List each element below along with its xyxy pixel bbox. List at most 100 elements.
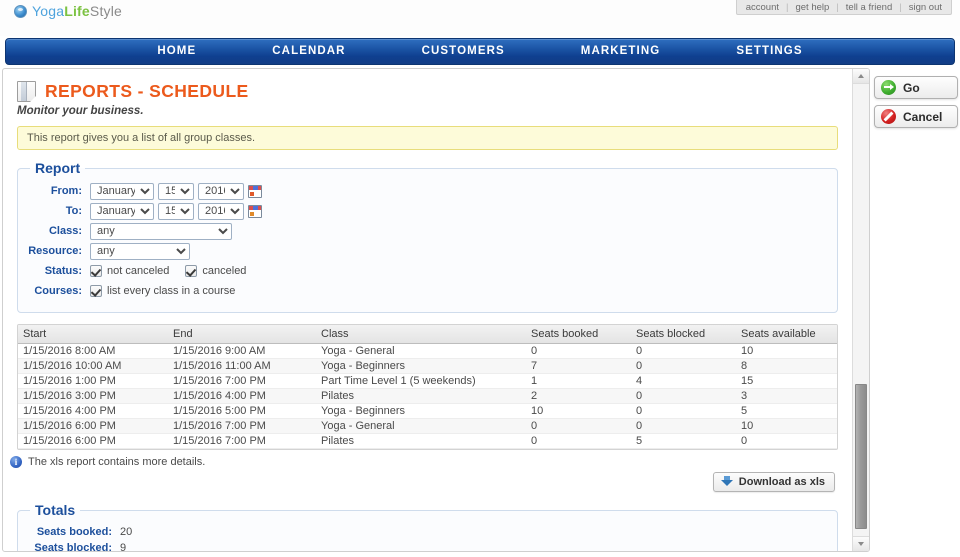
- page-scrollbar-thumb[interactable]: [855, 384, 867, 529]
- total-seats-booked-label: Seats booked:: [28, 526, 120, 538]
- page-title: REPORTS - SCHEDULE: [45, 81, 249, 102]
- resource-row: Resource: any: [28, 242, 827, 260]
- cell-start: 1/15/2016 1:00 PM: [18, 374, 168, 389]
- class-label: Class:: [28, 225, 90, 237]
- cell-seats-blocked: 0: [631, 389, 736, 404]
- cell-class: Yoga - General: [316, 419, 526, 434]
- from-calendar-icon[interactable]: [248, 185, 262, 198]
- not-canceled-checkbox[interactable]: [90, 265, 102, 277]
- nav-item-customers[interactable]: CUSTOMERS: [384, 39, 543, 64]
- cell-seats-booked: 0: [526, 344, 631, 359]
- cell-seats-blocked: 4: [631, 374, 736, 389]
- table-header-row: Start End Class Seats booked Seats block…: [18, 325, 838, 344]
- main-navigation: HOME CALENDAR CUSTOMERS MARKETING SETTIN…: [0, 36, 960, 65]
- go-button-label: Go: [903, 81, 920, 95]
- cell-seats-booked: 2: [526, 389, 631, 404]
- cell-seats-booked: 10: [526, 404, 631, 419]
- info-icon: i: [10, 456, 22, 468]
- nav-item-home[interactable]: HOME: [119, 39, 234, 64]
- download-row: Download as xls: [3, 472, 835, 492]
- account-link[interactable]: account: [739, 1, 786, 14]
- nav-item-calendar[interactable]: CALENDAR: [234, 39, 383, 64]
- tell-a-friend-link[interactable]: tell a friend: [839, 1, 899, 14]
- cell-class: Pilates: [316, 434, 526, 449]
- col-header-start[interactable]: Start: [18, 325, 168, 344]
- brand-logo[interactable]: YogaLifeStyle: [14, 3, 122, 19]
- cell-seats-blocked: 0: [631, 404, 736, 419]
- table-head: Start End Class Seats booked Seats block…: [18, 325, 838, 344]
- total-seats-blocked-value: 9: [120, 542, 126, 551]
- download-xls-button[interactable]: Download as xls: [713, 472, 835, 492]
- to-calendar-icon[interactable]: [248, 205, 262, 218]
- total-seats-booked-row: Seats booked: 20: [28, 526, 827, 538]
- to-year-select[interactable]: 2016: [198, 203, 244, 220]
- info-banner: This report gives you a list of all grou…: [17, 126, 838, 150]
- go-button[interactable]: Go: [874, 76, 958, 99]
- resource-label: Resource:: [28, 245, 90, 257]
- cell-end: 1/15/2016 7:00 PM: [168, 434, 316, 449]
- brand-name-yoga: Yoga: [32, 3, 64, 19]
- table-row[interactable]: 1/15/2016 1:00 PM1/15/2016 7:00 PMPart T…: [18, 374, 838, 389]
- col-header-seats-available[interactable]: Seats available: [736, 325, 838, 344]
- to-day-select[interactable]: 15: [158, 203, 194, 220]
- cell-class: Pilates: [316, 389, 526, 404]
- sign-out-link[interactable]: sign out: [902, 1, 949, 14]
- to-label: To:: [28, 205, 90, 217]
- from-year-select[interactable]: 2016: [198, 183, 244, 200]
- cell-class: Yoga - Beginners: [316, 359, 526, 374]
- list-every-class-label: list every class in a course: [107, 285, 235, 297]
- content-scroll-area: REPORTS - SCHEDULE Monitor your business…: [3, 69, 852, 551]
- cell-seats-blocked: 0: [631, 344, 736, 359]
- go-arrow-icon: [881, 80, 896, 95]
- canceled-label: canceled: [202, 265, 246, 277]
- from-day-select[interactable]: 15: [158, 183, 194, 200]
- account-links: account | get help | tell a friend | sig…: [736, 0, 952, 15]
- table-row[interactable]: 1/15/2016 8:00 AM1/15/2016 9:00 AMYoga -…: [18, 344, 838, 359]
- nav-item-settings[interactable]: SETTINGS: [698, 39, 840, 64]
- class-select[interactable]: any: [90, 223, 232, 240]
- cell-end: 1/15/2016 9:00 AM: [168, 344, 316, 359]
- scroll-up-icon[interactable]: [853, 69, 869, 84]
- brand-name-style: Style: [90, 3, 122, 19]
- status-label: Status:: [28, 265, 90, 277]
- scroll-down-icon[interactable]: [853, 536, 869, 551]
- cell-start: 1/15/2016 10:00 AM: [18, 359, 168, 374]
- totals-legend: Totals: [30, 502, 80, 518]
- courses-label: Courses:: [28, 285, 90, 297]
- table-row[interactable]: 1/15/2016 10:00 AM1/15/2016 11:00 AMYoga…: [18, 359, 838, 374]
- not-canceled-label: not canceled: [107, 265, 169, 277]
- col-header-seats-blocked[interactable]: Seats blocked: [631, 325, 736, 344]
- report-document-icon: [17, 81, 36, 102]
- list-every-class-checkbox[interactable]: [90, 285, 102, 297]
- schedule-table: Start End Class Seats booked Seats block…: [18, 325, 838, 449]
- page-scrollbar[interactable]: [852, 69, 869, 551]
- cell-end: 1/15/2016 7:00 PM: [168, 419, 316, 434]
- to-month-select[interactable]: January: [90, 203, 154, 220]
- circle-logo-icon: [14, 5, 27, 18]
- cell-start: 1/15/2016 6:00 PM: [18, 434, 168, 449]
- cell-start: 1/15/2016 3:00 PM: [18, 389, 168, 404]
- cell-seats-blocked: 0: [631, 359, 736, 374]
- resource-select[interactable]: any: [90, 243, 190, 260]
- top-bar: YogaLifeStyle account | get help | tell …: [0, 0, 960, 36]
- table-row[interactable]: 1/15/2016 3:00 PM1/15/2016 4:00 PMPilate…: [18, 389, 838, 404]
- cell-seats-available: 5: [736, 404, 838, 419]
- nav-item-marketing[interactable]: MARKETING: [543, 39, 699, 64]
- cell-class: Part Time Level 1 (5 weekends): [316, 374, 526, 389]
- cell-seats-available: 10: [736, 419, 838, 434]
- from-date-row: From: January 15 2016: [28, 182, 827, 200]
- col-header-end[interactable]: End: [168, 325, 316, 344]
- col-header-class[interactable]: Class: [316, 325, 526, 344]
- cancel-button[interactable]: Cancel: [874, 105, 958, 128]
- from-month-select[interactable]: January: [90, 183, 154, 200]
- cell-seats-blocked: 0: [631, 419, 736, 434]
- get-help-link[interactable]: get help: [788, 1, 836, 14]
- table-row[interactable]: 1/15/2016 6:00 PM1/15/2016 7:00 PMPilate…: [18, 434, 838, 449]
- canceled-checkbox[interactable]: [185, 265, 197, 277]
- table-row[interactable]: 1/15/2016 4:00 PM1/15/2016 5:00 PMYoga -…: [18, 404, 838, 419]
- col-header-seats-booked[interactable]: Seats booked: [526, 325, 631, 344]
- cancel-forbidden-icon: [881, 109, 896, 124]
- table-row[interactable]: 1/15/2016 6:00 PM1/15/2016 7:00 PMYoga -…: [18, 419, 838, 434]
- cell-class: Yoga - Beginners: [316, 404, 526, 419]
- cell-end: 1/15/2016 7:00 PM: [168, 374, 316, 389]
